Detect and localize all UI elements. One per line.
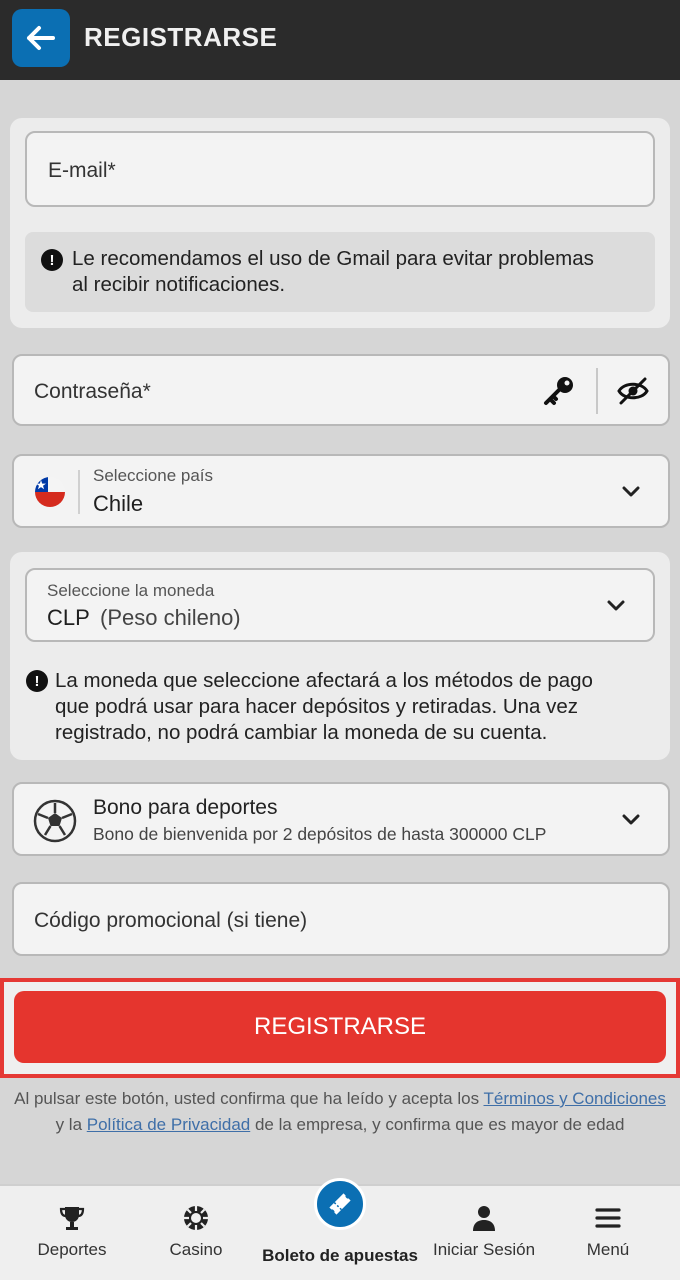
bottom-nav: Deportes Casino Boleto de apuestas Inici… xyxy=(0,1178,680,1280)
bonus-title: Bono para deportes xyxy=(93,796,278,819)
betslip-button[interactable] xyxy=(314,1178,366,1230)
terms-link[interactable]: Términos y Condiciones xyxy=(484,1089,666,1108)
nav-item-login[interactable]: Iniciar Sesión xyxy=(416,1186,552,1280)
register-button[interactable]: REGISTRARSE xyxy=(14,991,666,1063)
currency-notice-line3: registrado, no podrá cambiar la moneda d… xyxy=(55,721,548,744)
back-button[interactable] xyxy=(12,9,70,67)
password-field[interactable]: Contraseña* xyxy=(12,354,670,426)
nav-label: Deportes xyxy=(37,1240,107,1259)
user-icon xyxy=(473,1206,495,1231)
nav-item-menu[interactable]: Menú xyxy=(540,1186,676,1280)
currency-code: CLP xyxy=(47,605,90,630)
ticket-icon xyxy=(329,1193,351,1215)
promo-code-placeholder: Código promocional (si tiene) xyxy=(34,909,308,932)
email-card: E-mail* ! Le recomendamos el uso de Gmai… xyxy=(10,118,670,328)
currency-label: Seleccione la moneda xyxy=(47,581,215,600)
top-bar: REGISTRARSE xyxy=(0,0,680,80)
info-icon: ! xyxy=(41,249,63,271)
trophy-icon xyxy=(59,1207,85,1230)
disclaimer-text-2: y la xyxy=(55,1115,87,1134)
country-label: Seleccione país xyxy=(93,466,214,485)
nav-label: Casino xyxy=(169,1240,223,1259)
currency-card: Seleccione la moneda CLP (Peso chileno) … xyxy=(10,552,670,760)
promo-code-field[interactable]: Código promocional (si tiene) xyxy=(12,882,670,956)
password-placeholder: Contraseña* xyxy=(34,380,151,403)
bonus-subtitle: Bono de bienvenida por 2 depósitos de ha… xyxy=(93,824,547,844)
disclaimer-text-3: de la empresa, y confirma que es mayor d… xyxy=(250,1115,625,1134)
email-placeholder: E-mail* xyxy=(48,159,116,182)
country-select[interactable]: Seleccione país Chile xyxy=(12,454,670,528)
chevron-down-icon xyxy=(622,814,640,825)
privacy-link[interactable]: Política de Privacidad xyxy=(87,1115,250,1134)
nav-label: Boleto de apuestas xyxy=(262,1246,418,1265)
nav-item-deportes[interactable]: Deportes xyxy=(4,1186,140,1280)
soccer-ball-icon xyxy=(33,799,77,843)
nav-label: Iniciar Sesión xyxy=(432,1240,536,1259)
disclaimer-text-1: Al pulsar este botón, usted confirma que… xyxy=(14,1089,484,1108)
email-notice-line1: Le recomendamos el uso de Gmail para evi… xyxy=(72,247,594,270)
field-divider xyxy=(596,368,598,414)
currency-name: (Peso chileno) xyxy=(100,605,241,630)
casino-chip-icon xyxy=(184,1206,208,1230)
nav-label: Menú xyxy=(586,1240,630,1259)
key-icon[interactable] xyxy=(542,374,576,408)
country-value: Chile xyxy=(93,491,144,516)
chevron-down-icon xyxy=(607,600,625,611)
nav-item-casino[interactable]: Casino xyxy=(128,1186,264,1280)
arrow-left-icon xyxy=(27,26,55,50)
chile-flag-icon xyxy=(35,477,65,507)
info-icon: ! xyxy=(26,670,48,692)
email-field[interactable]: E-mail* xyxy=(25,131,655,207)
email-notice: ! Le recomendamos el uso de Gmail para e… xyxy=(25,232,655,312)
chevron-down-icon xyxy=(622,486,640,497)
eye-off-icon[interactable] xyxy=(616,376,650,406)
currency-notice-line2: que podrá usar para hacer depósitos y re… xyxy=(55,695,579,718)
menu-icon xyxy=(595,1208,621,1228)
currency-notice-line1: La moneda que seleccione afectará a los … xyxy=(55,669,593,692)
currency-select[interactable]: Seleccione la moneda CLP (Peso chileno) xyxy=(25,568,655,642)
email-notice-line2: al recibir notificaciones. xyxy=(72,273,286,296)
bonus-select[interactable]: Bono para deportes Bono de bienvenida po… xyxy=(12,782,670,856)
page-title: REGISTRARSE xyxy=(84,22,278,52)
field-divider xyxy=(78,470,80,514)
terms-disclaimer: Al pulsar este botón, usted confirma que… xyxy=(14,1086,666,1138)
